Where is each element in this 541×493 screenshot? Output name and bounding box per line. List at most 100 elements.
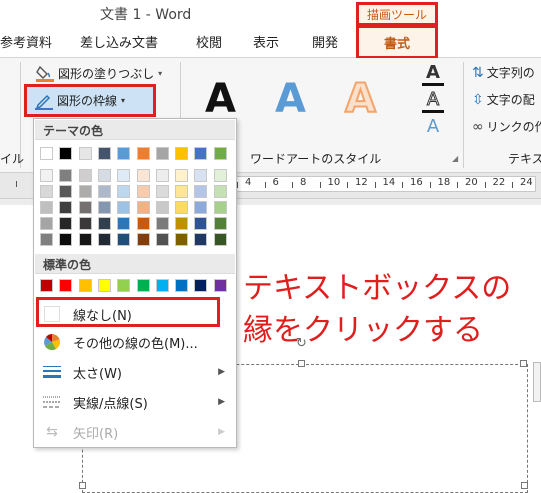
color-swatch[interactable]: [59, 217, 73, 230]
color-swatch[interactable]: [213, 201, 227, 214]
color-swatch[interactable]: [78, 217, 92, 230]
tab-references[interactable]: 参考資料: [0, 32, 52, 51]
color-swatch[interactable]: [78, 185, 92, 198]
color-swatch[interactable]: [97, 279, 111, 292]
color-swatch[interactable]: [78, 201, 92, 214]
menu-item-more-colors[interactable]: その他の線の色(M)...: [35, 327, 235, 357]
text-direction-button[interactable]: ⇅ 文字列の: [472, 64, 535, 81]
color-swatch[interactable]: [117, 185, 131, 198]
color-swatch[interactable]: [136, 217, 150, 230]
color-swatch[interactable]: [97, 201, 111, 214]
color-swatch[interactable]: [78, 233, 92, 246]
color-swatch[interactable]: [78, 169, 92, 182]
color-swatch[interactable]: [117, 217, 131, 230]
tab-format[interactable]: 書式: [356, 25, 438, 59]
color-swatch[interactable]: [155, 217, 169, 230]
resize-handle[interactable]: [298, 360, 305, 367]
color-swatch[interactable]: [97, 169, 111, 182]
color-swatch[interactable]: [78, 147, 92, 160]
color-swatch[interactable]: [97, 185, 111, 198]
resize-handle[interactable]: [79, 482, 86, 489]
color-swatch[interactable]: [175, 185, 189, 198]
color-swatch[interactable]: [194, 185, 208, 198]
color-swatch[interactable]: [213, 147, 227, 160]
color-swatch[interactable]: [117, 201, 131, 214]
color-swatch[interactable]: [59, 147, 73, 160]
color-swatch[interactable]: [194, 233, 208, 246]
color-swatch[interactable]: [40, 201, 53, 214]
tab-mailings[interactable]: 差し込み文書: [80, 32, 158, 51]
color-swatch[interactable]: [155, 147, 169, 160]
color-swatch[interactable]: [136, 233, 150, 246]
color-swatch[interactable]: [213, 217, 227, 230]
color-swatch[interactable]: [213, 233, 227, 246]
menu-item-dashes[interactable]: 実線/点線(S) ▶: [35, 387, 235, 417]
color-swatch[interactable]: [136, 169, 150, 182]
dialog-launcher-icon[interactable]: ◢: [452, 154, 458, 163]
color-swatch[interactable]: [136, 201, 150, 214]
color-swatch[interactable]: [117, 279, 131, 292]
color-swatch[interactable]: [136, 185, 150, 198]
ruler-number: 10: [327, 177, 341, 188]
text-fill-button[interactable]: A: [422, 62, 444, 86]
wordart-style-black[interactable]: A: [205, 76, 236, 122]
color-swatch[interactable]: [155, 233, 169, 246]
color-swatch[interactable]: [136, 147, 150, 160]
color-swatch[interactable]: [194, 201, 208, 214]
color-swatch[interactable]: [59, 201, 73, 214]
color-swatch[interactable]: [155, 185, 169, 198]
color-swatch[interactable]: [175, 169, 189, 182]
layout-options-button[interactable]: [533, 362, 541, 402]
tab-review[interactable]: 校閲: [196, 32, 222, 51]
link-icon: ∞: [472, 118, 484, 135]
color-swatch[interactable]: [40, 147, 53, 160]
color-swatch[interactable]: [40, 279, 53, 292]
color-swatch[interactable]: [175, 233, 189, 246]
tab-view[interactable]: 表示: [253, 32, 279, 51]
color-swatch[interactable]: [136, 279, 150, 292]
color-swatch[interactable]: [213, 279, 227, 292]
color-swatch[interactable]: [117, 169, 131, 182]
resize-handle[interactable]: [520, 360, 527, 367]
color-swatch[interactable]: [59, 169, 73, 182]
color-swatch[interactable]: [175, 279, 189, 292]
color-swatch[interactable]: [175, 217, 189, 230]
color-swatch[interactable]: [194, 217, 208, 230]
color-swatch[interactable]: [194, 147, 208, 160]
color-swatch[interactable]: [213, 169, 227, 182]
color-swatch[interactable]: [213, 185, 227, 198]
shape-fill-button[interactable]: 図形の塗りつぶし ▾: [36, 64, 162, 82]
color-swatch[interactable]: [117, 147, 131, 160]
color-swatch[interactable]: [40, 185, 53, 198]
color-swatch[interactable]: [155, 201, 169, 214]
text-outline-button[interactable]: A: [422, 89, 444, 113]
color-swatch[interactable]: [97, 147, 111, 160]
color-swatch[interactable]: [155, 169, 169, 182]
resize-handle[interactable]: [521, 482, 528, 489]
color-swatch[interactable]: [59, 185, 73, 198]
color-swatch[interactable]: [40, 233, 53, 246]
color-swatch[interactable]: [40, 169, 53, 182]
color-swatch[interactable]: [175, 201, 189, 214]
color-swatch[interactable]: [97, 217, 111, 230]
color-swatch[interactable]: [97, 233, 111, 246]
color-swatch[interactable]: [40, 217, 53, 230]
color-swatch[interactable]: [194, 279, 208, 292]
color-swatch[interactable]: [78, 279, 92, 292]
color-swatch[interactable]: [194, 169, 208, 182]
text-effects-button[interactable]: A: [422, 116, 444, 137]
align-text-button[interactable]: ⇳ 文字の配: [472, 91, 535, 108]
shape-outline-button[interactable]: 図形の枠線 ▾: [24, 84, 156, 117]
color-swatch[interactable]: [59, 233, 73, 246]
color-swatch[interactable]: [175, 147, 189, 160]
menu-item-weight[interactable]: 太さ(W) ▶: [35, 357, 235, 387]
wordart-style-orange-outline[interactable]: A: [344, 75, 377, 123]
ruler-tick: [402, 182, 403, 188]
wordart-style-blue[interactable]: A: [275, 76, 306, 122]
create-link-button[interactable]: ∞ リンクの作: [472, 118, 541, 135]
color-swatch[interactable]: [117, 233, 131, 246]
tab-developer[interactable]: 開発: [312, 32, 338, 51]
color-swatch[interactable]: [155, 279, 169, 292]
color-swatch[interactable]: [59, 279, 73, 292]
ruler-tick: [319, 182, 321, 188]
